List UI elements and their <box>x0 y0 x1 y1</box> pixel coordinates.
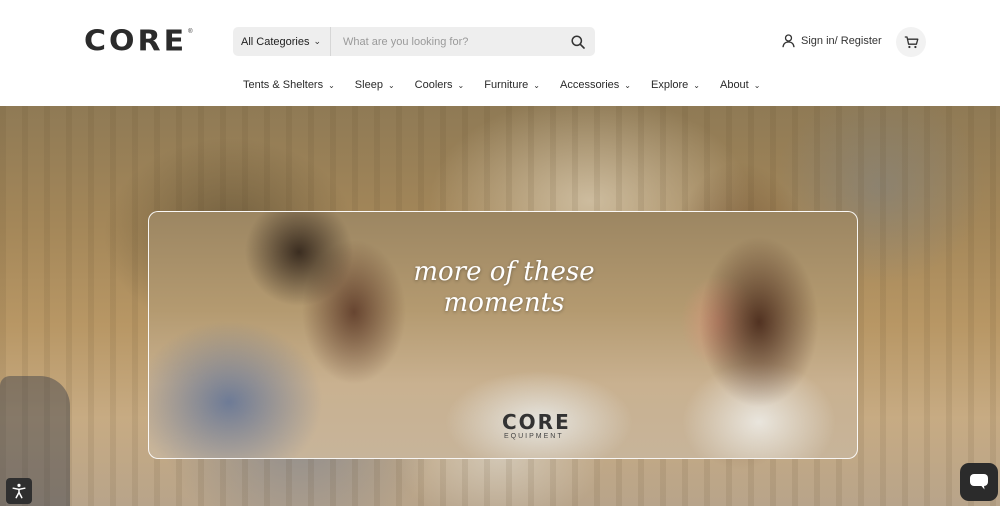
category-select-label: All Categories <box>241 35 310 48</box>
signin-link[interactable]: Sign in/ Register <box>782 33 882 49</box>
search-button[interactable] <box>561 27 595 56</box>
hero-tagline-line-1: more of these <box>413 257 595 287</box>
category-select[interactable]: All Categories ⌄ <box>233 27 332 56</box>
main-nav: Tents & Shelters ⌄ Sleep ⌄ Coolers ⌄ Fur… <box>0 76 1000 94</box>
nav-item-label: About <box>719 79 749 91</box>
hero-promo-frame: more of these moments CORE EQUIPMENT <box>148 211 858 459</box>
core-logo[interactable]: CORE ® <box>84 24 193 59</box>
chevron-down-icon: ⌄ <box>457 80 465 90</box>
search-bar: All Categories ⌄ <box>233 27 595 56</box>
nav-item-label: Explore <box>650 79 689 91</box>
nav-item-coolers[interactable]: Coolers ⌄ <box>415 79 465 91</box>
nav-item-label: Sleep <box>354 79 383 91</box>
nav-item-label: Furniture <box>484 79 529 91</box>
search-icon <box>571 34 585 49</box>
chat-icon <box>970 474 988 490</box>
nav-item-furniture[interactable]: Furniture ⌄ <box>484 79 540 91</box>
nav-item-accessories[interactable]: Accessories ⌄ <box>560 79 631 91</box>
nav-item-explore[interactable]: Explore ⌄ <box>651 79 700 91</box>
page-bottom-strip <box>0 506 1000 524</box>
nav-item-about[interactable]: About ⌄ <box>720 79 760 91</box>
search-input[interactable] <box>331 27 561 56</box>
accessibility-button[interactable] <box>6 478 32 504</box>
chat-widget-button[interactable] <box>960 463 998 501</box>
chevron-down-icon: ⌄ <box>533 80 540 90</box>
hero-tagline: more of these moments <box>149 257 857 319</box>
cart-icon <box>904 35 918 48</box>
logo-trademark: ® <box>188 29 193 35</box>
accessibility-icon <box>12 483 26 499</box>
chevron-down-icon: ⌄ <box>753 80 761 90</box>
chevron-down-icon: ⌄ <box>693 80 700 90</box>
cart-button[interactable] <box>896 27 926 57</box>
signin-label: Sign in/ Register <box>801 35 882 47</box>
chevron-down-icon: ⌄ <box>624 80 631 90</box>
nav-item-label: Accessories <box>559 79 620 91</box>
product-brand-subtext: EQUIPMENT <box>504 433 564 440</box>
site-header: CORE ® All Categories ⌄ Sign in/ Registe… <box>0 0 1000 106</box>
nav-item-sleep[interactable]: Sleep ⌄ <box>355 79 395 91</box>
chevron-down-icon: ⌄ <box>313 36 322 46</box>
hero-banner[interactable]: more of these moments CORE EQUIPMENT <box>0 106 1000 506</box>
nav-item-label: Coolers <box>414 79 453 91</box>
product-brand-mark: CORE <box>502 410 571 434</box>
chevron-down-icon: ⌄ <box>328 80 335 90</box>
chevron-down-icon: ⌄ <box>387 80 395 90</box>
nav-item-tents-shelters[interactable]: Tents & Shelters ⌄ <box>243 79 335 91</box>
user-icon <box>782 34 795 48</box>
logo-text: CORE <box>84 24 188 59</box>
hero-tagline-line-2: moments <box>443 288 565 318</box>
nav-item-label: Tents & Shelters <box>243 79 324 91</box>
